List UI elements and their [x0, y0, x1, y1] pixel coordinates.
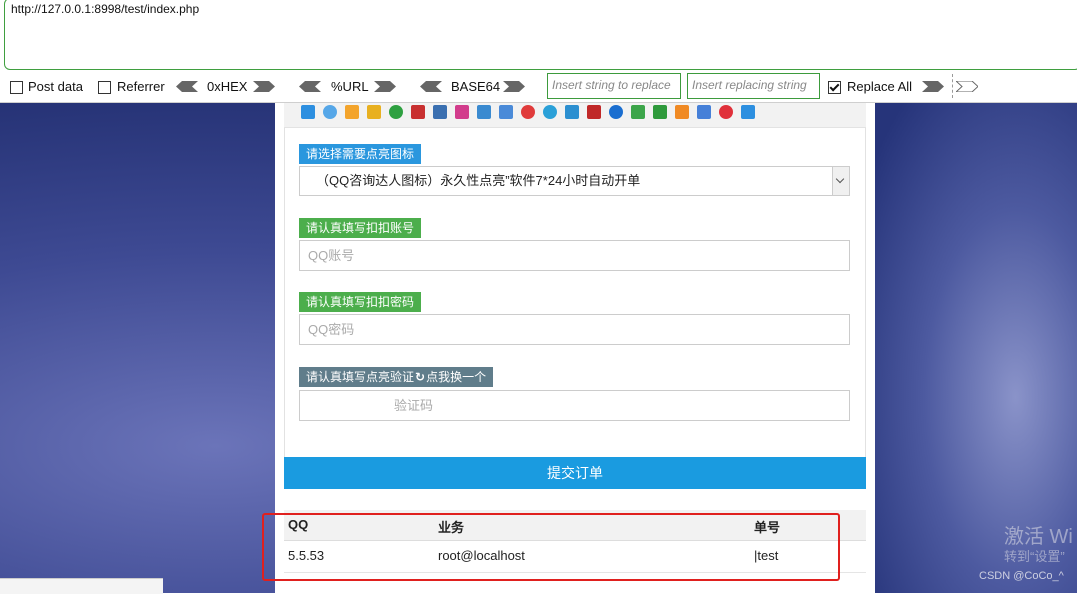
- book-icon: [411, 105, 425, 119]
- music-icon: [587, 105, 601, 119]
- toolbar-divider: [952, 74, 953, 98]
- settings-watermark: 转到“设置”: [1004, 549, 1065, 564]
- vip-icon: [697, 105, 711, 119]
- csdn-watermark: CSDN @CoCo_^: [979, 570, 1064, 582]
- qq-icon-strip: [284, 103, 866, 128]
- square-icon: [741, 105, 755, 119]
- base64-decode-arrow-icon[interactable]: [420, 81, 442, 92]
- bean-icon: [653, 105, 667, 119]
- account-label: 请认真填写扣扣账号: [299, 218, 422, 238]
- hackbar-toolbar: Post data Referrer 0xHEX %URL BASE64 Ins…: [0, 72, 1077, 103]
- hex-encode-arrow-icon[interactable]: [253, 81, 275, 92]
- url-text: http://127.0.0.1:8998/test/index.php: [11, 2, 200, 16]
- highlight-box: [262, 513, 840, 581]
- replace-all-checkbox[interactable]: [828, 81, 841, 94]
- wechat-icon: [631, 105, 645, 119]
- qq-account-input[interactable]: QQ账号: [299, 240, 850, 271]
- icon-select-label: 请选择需要点亮图标: [299, 144, 422, 164]
- grid-icon: [455, 105, 469, 119]
- captcha-label: 请认真填写点亮验证↻点我换一个: [299, 367, 494, 387]
- referrer-label: Referrer: [117, 79, 165, 94]
- url-label: %URL: [331, 79, 369, 94]
- referrer-checkbox[interactable]: [98, 81, 111, 94]
- replace-arrow-icon[interactable]: [922, 81, 944, 92]
- hex-label: 0xHEX: [207, 79, 248, 94]
- captcha-label-text: 请认真填写点亮验证: [306, 370, 415, 384]
- post-data-checkbox[interactable]: [10, 81, 23, 94]
- heart-icon: [719, 105, 733, 119]
- penguin-icon: [367, 105, 381, 119]
- replacing-string-input[interactable]: Insert replacing string: [687, 73, 820, 99]
- clover-icon: [389, 105, 403, 119]
- plus-icon: [301, 105, 315, 119]
- password-label: 请认真填写扣扣密码: [299, 292, 422, 312]
- icon-select-value: （QQ咨询达人图标）永久性点亮”软件7*24小时自动开单: [316, 173, 641, 188]
- qq-show-icon: [323, 105, 337, 119]
- more-arrow-icon[interactable]: [956, 81, 978, 92]
- film-icon: [565, 105, 579, 119]
- chevron-down-icon[interactable]: [832, 167, 849, 195]
- activate-watermark: 激活 Wi: [1004, 526, 1073, 548]
- url-textarea[interactable]: http://127.0.0.1:8998/test/index.php: [4, 0, 1077, 70]
- captcha-input[interactable]: 验证码: [299, 390, 850, 421]
- url-encode-arrow-icon[interactable]: [374, 81, 396, 92]
- person-icon: [609, 105, 623, 119]
- puzzle-icon: [675, 105, 689, 119]
- hex-decode-arrow-icon[interactable]: [176, 81, 198, 92]
- url-decode-arrow-icon[interactable]: [299, 81, 321, 92]
- insert-string-input[interactable]: Insert string to replace: [547, 73, 681, 99]
- captcha-refresh-link[interactable]: 点我换一个: [426, 370, 486, 384]
- qq-password-input[interactable]: QQ密码: [299, 314, 850, 345]
- bottom-strip: [0, 578, 163, 594]
- star-icon: [345, 105, 359, 119]
- submit-order-button[interactable]: 提交订单: [284, 457, 866, 489]
- icon-select[interactable]: （QQ咨询达人图标）永久性点亮”软件7*24小时自动开单: [299, 166, 850, 196]
- base64-encode-arrow-icon[interactable]: [503, 81, 525, 92]
- house-icon: [433, 105, 447, 119]
- building-icon: [477, 105, 491, 119]
- weibo-icon: [521, 105, 535, 119]
- post-data-label: Post data: [28, 79, 83, 94]
- pay-icon: [543, 105, 557, 119]
- replace-all-label: Replace All: [847, 79, 913, 94]
- cloud-icon: [499, 105, 513, 119]
- base64-label: BASE64: [451, 79, 501, 94]
- refresh-icon[interactable]: ↻: [414, 370, 426, 384]
